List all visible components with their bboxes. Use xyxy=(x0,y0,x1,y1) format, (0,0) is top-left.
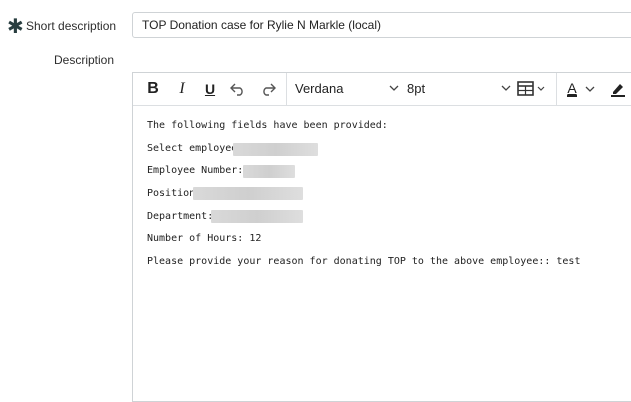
redacted-value xyxy=(211,210,303,223)
chevron-down-icon xyxy=(389,85,399,91)
highlight-pen-icon[interactable] xyxy=(609,79,627,99)
editor-toolbar: B I U Verdana 8pt A xyxy=(133,73,631,106)
font-size-value: 8pt xyxy=(407,81,426,96)
text-color-icon: A xyxy=(567,80,577,97)
chevron-down-icon xyxy=(585,86,595,92)
toolbar-divider xyxy=(286,73,287,105)
description-label: Description xyxy=(54,53,115,67)
redo-icon[interactable] xyxy=(259,79,277,99)
redacted-value xyxy=(233,143,318,156)
content-line: Department: xyxy=(147,211,214,222)
toolbar-divider xyxy=(556,73,557,105)
content-line: Employee Number: xyxy=(147,165,244,176)
underline-button[interactable]: U xyxy=(203,79,217,99)
font-family-value: Verdana xyxy=(295,81,344,96)
chevron-down-icon xyxy=(501,85,511,91)
content-line: Number of Hours: 12 xyxy=(147,233,262,244)
bold-button[interactable]: B xyxy=(145,79,161,99)
short-description-label: Short description xyxy=(26,19,117,33)
font-size-select[interactable]: 8pt xyxy=(407,79,511,99)
content-line: Select employee: xyxy=(147,143,244,154)
italic-button[interactable]: I xyxy=(175,79,189,99)
content-line: The following fields have been provided: xyxy=(147,120,388,131)
undo-icon[interactable] xyxy=(229,79,247,99)
short-description-input[interactable]: TOP Donation case for Rylie N Markle (lo… xyxy=(132,12,631,38)
text-color-button[interactable]: A xyxy=(567,79,595,99)
description-editor[interactable]: B I U Verdana 8pt A The following fields… xyxy=(132,72,631,402)
redacted-value xyxy=(193,187,303,200)
font-family-select[interactable]: Verdana xyxy=(295,79,399,99)
redacted-value xyxy=(243,165,295,178)
table-icon[interactable] xyxy=(517,79,547,99)
content-line: Please provide your reason for donating … xyxy=(147,256,581,267)
required-indicator: ✱ xyxy=(7,16,24,38)
